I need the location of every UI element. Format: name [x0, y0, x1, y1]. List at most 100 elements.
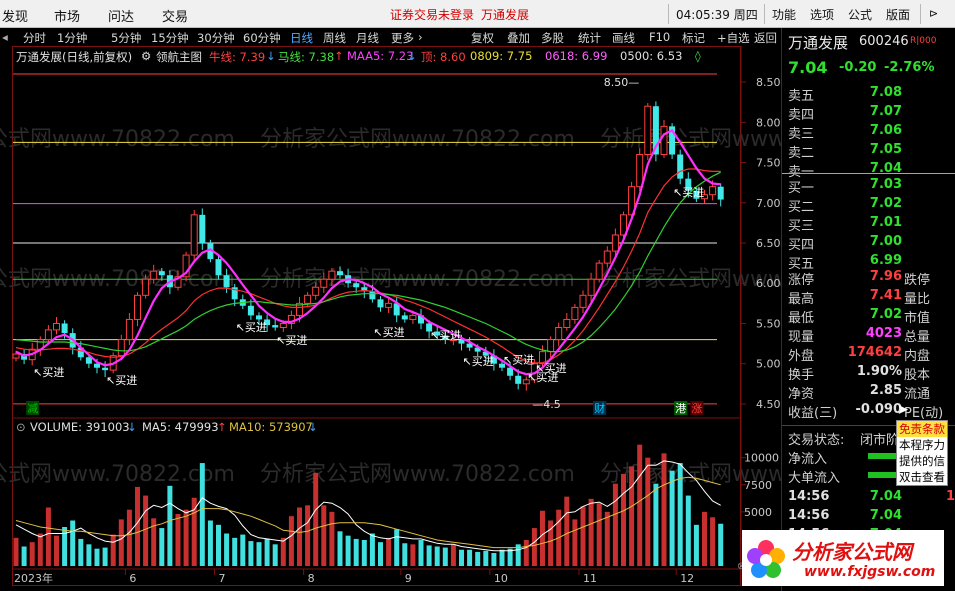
period-intraday[interactable]: 分时	[23, 30, 46, 46]
volume-gear-icon[interactable]: ⊙	[16, 420, 26, 434]
watermark-text: 分析家公式网www.70822.com	[260, 462, 575, 487]
volume-bar	[256, 542, 262, 566]
menu-formula[interactable]: 公式	[848, 6, 872, 23]
buy-signal-label: ↖买进	[33, 366, 64, 379]
volume-bar	[596, 503, 602, 566]
volume-bar	[207, 520, 213, 566]
menu-market[interactable]: 市场	[54, 6, 80, 25]
period-1min[interactable]: 1分钟	[57, 30, 87, 46]
tool-multi[interactable]: 多股	[541, 30, 564, 46]
stat-value: 2.85	[869, 383, 902, 398]
bid-row[interactable]: 买一 7.03	[782, 176, 955, 196]
stat-label-right: 总量	[904, 330, 931, 345]
stock-name-link[interactable]: 万通发展	[481, 6, 529, 23]
tool-adjust[interactable]: 复权	[471, 30, 494, 46]
menu-function[interactable]: 功能	[772, 6, 796, 23]
buy-signal-label: ↖买进	[503, 353, 534, 366]
volume-bar	[264, 538, 270, 566]
trade-status-value: 闭市阶	[860, 433, 900, 448]
more-chevron-icon[interactable]: ›	[418, 30, 423, 44]
stat-label: 最低	[788, 311, 815, 326]
period-15min[interactable]: 15分钟	[151, 30, 189, 46]
candle-body	[61, 323, 68, 334]
ask-row-label: 卖五	[788, 89, 815, 104]
ask-row-price: 7.07	[869, 104, 902, 119]
site-logo: 分析家公式网 www.fxjgsw.com	[742, 530, 944, 586]
tool-f10[interactable]: F10	[649, 30, 670, 44]
volume-bar	[159, 528, 165, 566]
mouse-cursor-icon: ➤	[897, 402, 909, 418]
tick-row: 14:56 7.04	[782, 507, 955, 525]
bid-row[interactable]: 买四 7.00	[782, 233, 955, 253]
candle-body	[369, 291, 376, 300]
menu-discover[interactable]: 发现	[2, 6, 28, 25]
top-menu-bar: 发现 市场 问达 交易 证券交易未登录 万通发展 04:05:39 周四 功能 …	[0, 0, 955, 28]
volume-bar	[580, 506, 586, 566]
volume-bar	[402, 543, 408, 566]
period-60min[interactable]: 60分钟	[243, 30, 281, 46]
disclaimer-title[interactable]: 免责条款	[897, 421, 947, 437]
volume-bar	[94, 548, 100, 566]
ask-row[interactable]: 卖四 7.07	[782, 103, 955, 123]
stat-label: 换手	[788, 368, 815, 383]
watermark-text: 分析家公式网www.70822.com	[0, 127, 235, 152]
login-warning[interactable]: 证券交易未登录	[390, 6, 474, 23]
price-change-pct: -2.76%	[884, 60, 935, 75]
menu-trade[interactable]: 交易	[162, 6, 188, 25]
stat-row: 涨停 7.96 跌停	[782, 268, 955, 288]
candle-body	[94, 363, 100, 368]
disclaimer-line[interactable]: 双击查看	[897, 469, 947, 485]
stat-value: 174642	[847, 345, 902, 360]
period-30min[interactable]: 30分钟	[197, 30, 235, 46]
volume-legend: ⊙ VOLUME: 391003 ↓ MA5: 479993 ↑ MA10: 5…	[16, 420, 336, 434]
event-tag: 减	[27, 402, 38, 415]
menu-layout[interactable]: 版面	[886, 6, 910, 23]
menu-options[interactable]: 选项	[810, 6, 834, 23]
candle-body	[547, 339, 555, 353]
volume-bar	[629, 466, 635, 566]
bid-row[interactable]: 买三 7.01	[782, 214, 955, 234]
toolbar-left-arrow-icon[interactable]: ◂	[2, 30, 8, 44]
tool-add-watch[interactable]: +自选	[717, 30, 750, 46]
period-5min[interactable]: 5分钟	[111, 30, 141, 46]
period-monthly[interactable]: 月线	[356, 30, 379, 46]
bid-row[interactable]: 买二 7.02	[782, 195, 955, 215]
tool-overlay[interactable]: 叠加	[507, 30, 530, 46]
tool-mark[interactable]: 标记	[682, 30, 705, 46]
candle-body	[409, 314, 417, 320]
volume-bar	[621, 473, 626, 566]
stat-label: 收益(三)	[788, 406, 838, 421]
volume-bar	[240, 534, 246, 566]
volume-bar	[353, 538, 359, 566]
period-daily[interactable]: 日线	[290, 30, 313, 46]
candlestick-chart[interactable]: 分析家公式网www.70822.com 分析家公式网www.70822.com 分析…	[0, 46, 781, 591]
ask-row[interactable]: 卖二 7.05	[782, 141, 955, 161]
tool-back[interactable]: 返回	[754, 30, 777, 46]
quote-panel: 万通发展 600246 R|000 7.04 -0.20 -2.76% 卖五 7.…	[781, 28, 955, 591]
menu-wenda[interactable]: 问达	[108, 6, 134, 25]
period-weekly[interactable]: 周线	[323, 30, 346, 46]
candle-body	[555, 326, 563, 341]
period-more[interactable]: 更多	[391, 30, 414, 46]
series-line-牛线	[15, 168, 721, 364]
ask-row[interactable]: 卖五 7.08	[782, 84, 955, 104]
candle-body	[507, 367, 514, 376]
volume-value: VOLUME: 391003	[30, 420, 130, 434]
volume-bar	[645, 457, 651, 566]
volume-bar	[54, 535, 59, 566]
stat-row: 净资 2.85 流通	[782, 382, 955, 402]
stock-code: 600246	[859, 34, 909, 49]
candle-body	[247, 305, 254, 316]
volume-bar	[135, 486, 140, 566]
candle-body	[515, 375, 522, 384]
ask-row[interactable]: 卖三 7.06	[782, 122, 955, 142]
collapse-icon[interactable]: ⊳	[929, 7, 938, 20]
volume-bar	[118, 519, 124, 566]
tool-draw[interactable]: 画线	[612, 30, 635, 46]
tool-stats[interactable]: 统计	[578, 30, 601, 46]
tick-time: 14:56	[788, 508, 830, 523]
disclaimer-popup[interactable]: 免责条款 本程序力 提供的信 双击查看	[896, 420, 948, 486]
candle-body	[215, 259, 222, 276]
date-tick-label: 11	[583, 572, 597, 585]
volume-bar	[483, 550, 489, 566]
